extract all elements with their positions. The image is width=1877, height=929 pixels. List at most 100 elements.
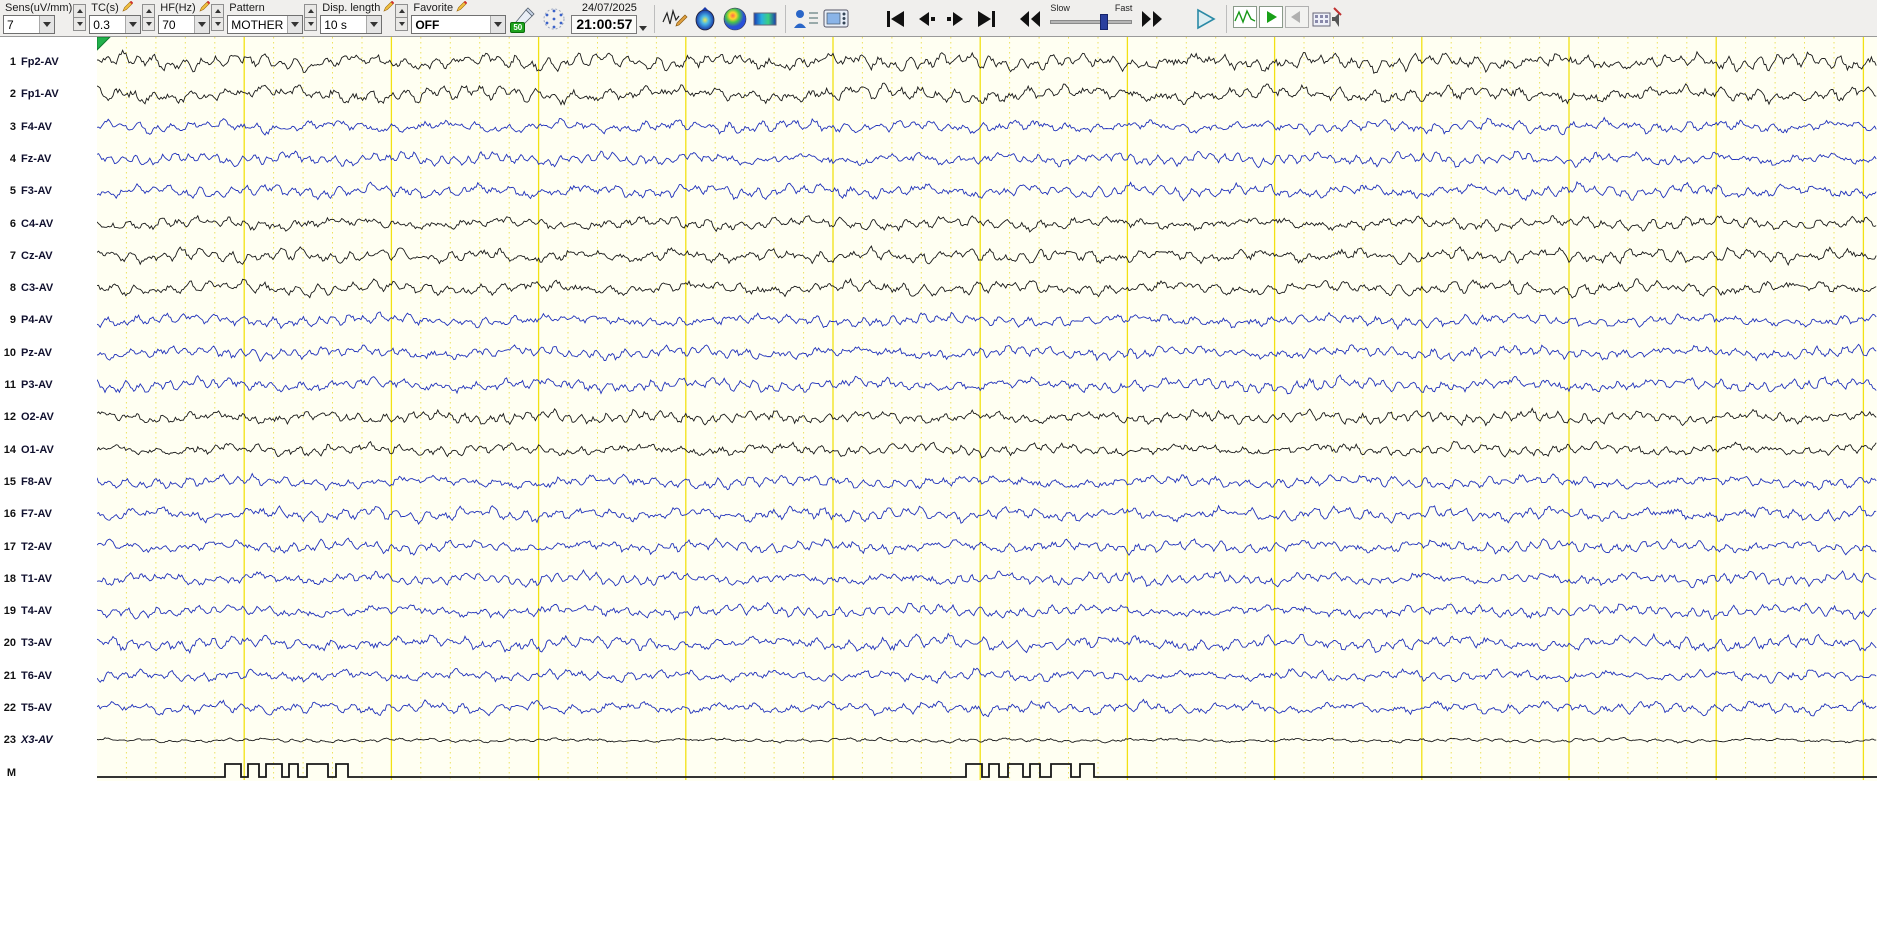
channel-number: 6 xyxy=(9,217,16,230)
sensitivity-label-text: Sens(uV/mm) xyxy=(5,2,73,14)
channel-label-row[interactable]: 16 F7-AV xyxy=(0,506,97,522)
channel-name: T5-AV xyxy=(21,702,52,714)
channel-label-row[interactable]: 12 O2-AV xyxy=(0,409,97,425)
channel-label-row[interactable]: 19 T4-AV xyxy=(0,603,97,619)
favorite-combo[interactable]: OFF xyxy=(411,15,507,34)
channel-label-row[interactable]: 23 X3-AV xyxy=(0,732,97,748)
step-back-button[interactable] xyxy=(912,4,940,33)
tc-label-text: TC(s) xyxy=(91,2,119,14)
marker-channel-label: M xyxy=(0,765,97,781)
channel-name: T3-AV xyxy=(21,637,52,650)
channel-number: 1 xyxy=(9,56,16,68)
hf-combo[interactable]: 70 xyxy=(158,15,211,34)
skip-start-button[interactable] xyxy=(882,4,910,33)
channel-label-row[interactable]: 4 Fz-AV xyxy=(0,151,97,167)
wave-monitor-icon[interactable] xyxy=(1233,6,1258,28)
auto-advance-icon[interactable] xyxy=(1259,6,1284,28)
speed-slider-handle[interactable] xyxy=(1100,14,1109,30)
channel-label-row[interactable]: 15 F8-AV xyxy=(0,474,97,490)
sensitivity-spin-down-button[interactable] xyxy=(73,17,87,31)
eeg-trace-area[interactable] xyxy=(97,37,1877,929)
colorbar-icon[interactable] xyxy=(751,4,779,33)
tc-combo[interactable]: 0.3 xyxy=(89,15,142,34)
step-forward-button[interactable] xyxy=(942,4,970,33)
sphere-map-icon[interactable] xyxy=(721,4,749,33)
chevron-down-icon[interactable] xyxy=(366,16,382,33)
display-length-spin-up-button[interactable] xyxy=(395,4,409,18)
speed-slider-track[interactable] xyxy=(1050,20,1133,24)
channel-number: 14 xyxy=(3,443,16,456)
topography-map-icon[interactable] xyxy=(691,4,719,33)
notch-filter-button[interactable]: 50 xyxy=(510,4,538,33)
annotation-icon[interactable] xyxy=(661,4,689,33)
display-length-control: Disp. length 10 s xyxy=(320,0,409,34)
channel-number: 8 xyxy=(9,282,16,295)
channel-label-row[interactable]: 2 Fp1-AV xyxy=(0,86,97,102)
channel-number: 9 xyxy=(9,314,16,327)
channel-name: F4-AV xyxy=(21,120,52,133)
hf-label: HF(Hz) xyxy=(158,0,210,15)
pattern-spin-down-button[interactable] xyxy=(304,17,318,31)
favorite-control: Favorite OFF xyxy=(411,0,507,34)
time-display: 21:00:57 xyxy=(571,15,638,34)
chevron-down-icon[interactable] xyxy=(287,16,303,33)
chevron-down-icon[interactable] xyxy=(39,16,54,33)
skip-end-button[interactable] xyxy=(972,4,1000,33)
channel-number: 2 xyxy=(9,88,16,101)
hf-spinner xyxy=(211,4,225,34)
channel-label-row[interactable]: 7 Cz-AV xyxy=(0,248,97,264)
toolbar-separator xyxy=(785,5,787,33)
channel-number: 11 xyxy=(4,379,16,391)
edit-pencil-icon xyxy=(122,0,133,16)
pattern-value: MOTHER xyxy=(231,17,284,32)
channel-label-row[interactable]: 3 F4-AV xyxy=(0,119,97,135)
chevron-down-icon[interactable] xyxy=(125,16,141,33)
hf-spin-down-button[interactable] xyxy=(211,17,225,31)
datetime-control[interactable]: 24/07/2025 21:00:57 xyxy=(571,2,648,34)
sensitivity-combo[interactable]: 7 xyxy=(3,15,55,34)
channel-label-row[interactable]: 9 P4-AV xyxy=(0,312,97,328)
patient-info-icon[interactable] xyxy=(792,4,820,33)
electrode-map-icon[interactable] xyxy=(540,4,568,33)
hf-spin-up-button[interactable] xyxy=(211,4,225,18)
sensitivity-control: Sens(uV/mm) 7 xyxy=(3,2,87,34)
channel-label-row[interactable]: 21 T6-AV xyxy=(0,668,97,684)
speed-slider[interactable]: Slow Fast xyxy=(1047,3,1135,33)
fast-forward-button[interactable] xyxy=(1138,4,1166,33)
chevron-down-icon[interactable] xyxy=(194,16,210,33)
channel-name: Fp1-AV xyxy=(21,88,59,101)
channel-label-row[interactable]: 22 T5-AV xyxy=(0,700,97,716)
pattern-label: Pattern xyxy=(227,2,303,15)
sensitivity-spin-up-button[interactable] xyxy=(73,4,87,18)
tc-spin-down-button[interactable] xyxy=(142,17,156,31)
channel-name: F3-AV xyxy=(21,185,52,198)
channel-label-row[interactable]: 6 C4-AV xyxy=(0,216,97,232)
channel-label-row[interactable]: 14 O1-AV xyxy=(0,442,97,458)
channel-number: 7 xyxy=(9,249,16,262)
pattern-spin-up-button[interactable] xyxy=(304,4,318,18)
channel-label-row[interactable]: 5 F3-AV xyxy=(0,183,97,199)
channel-label-row[interactable]: 17 T2-AV xyxy=(0,539,97,555)
channel-label-row[interactable]: 18 T1-AV xyxy=(0,571,97,587)
datetime-caret-icon[interactable] xyxy=(639,26,648,31)
play-button[interactable] xyxy=(1190,4,1220,33)
video-icon[interactable] xyxy=(822,4,850,33)
channel-label-row[interactable]: 11 P3-AV xyxy=(0,377,97,393)
montage-settings-icon[interactable] xyxy=(1311,4,1343,33)
display-length-combo[interactable]: 10 s xyxy=(320,15,383,34)
channel-label-row[interactable]: 8 C3-AV xyxy=(0,280,97,296)
slow-label: Slow xyxy=(1050,3,1070,13)
channel-number: 23 xyxy=(3,734,16,747)
chevron-down-icon[interactable] xyxy=(490,16,506,33)
channel-name: P4-AV xyxy=(21,314,53,327)
pattern-control: Pattern MOTHER xyxy=(227,2,318,34)
channel-name: T4-AV xyxy=(21,605,52,618)
pattern-combo[interactable]: MOTHER xyxy=(227,15,304,34)
channel-label-row[interactable]: 1 Fp2-AV xyxy=(0,54,97,70)
eeg-review-app: Sens(uV/mm) 7 TC(s) 0.3 HF(Hz) 70 Patter… xyxy=(0,0,1877,929)
channel-label-row[interactable]: 10 Pz-AV xyxy=(0,345,97,361)
display-length-spin-down-button[interactable] xyxy=(395,17,409,31)
tc-spin-up-button[interactable] xyxy=(142,4,156,18)
rewind-button[interactable] xyxy=(1016,4,1044,33)
channel-label-row[interactable]: 20 T3-AV xyxy=(0,635,97,651)
